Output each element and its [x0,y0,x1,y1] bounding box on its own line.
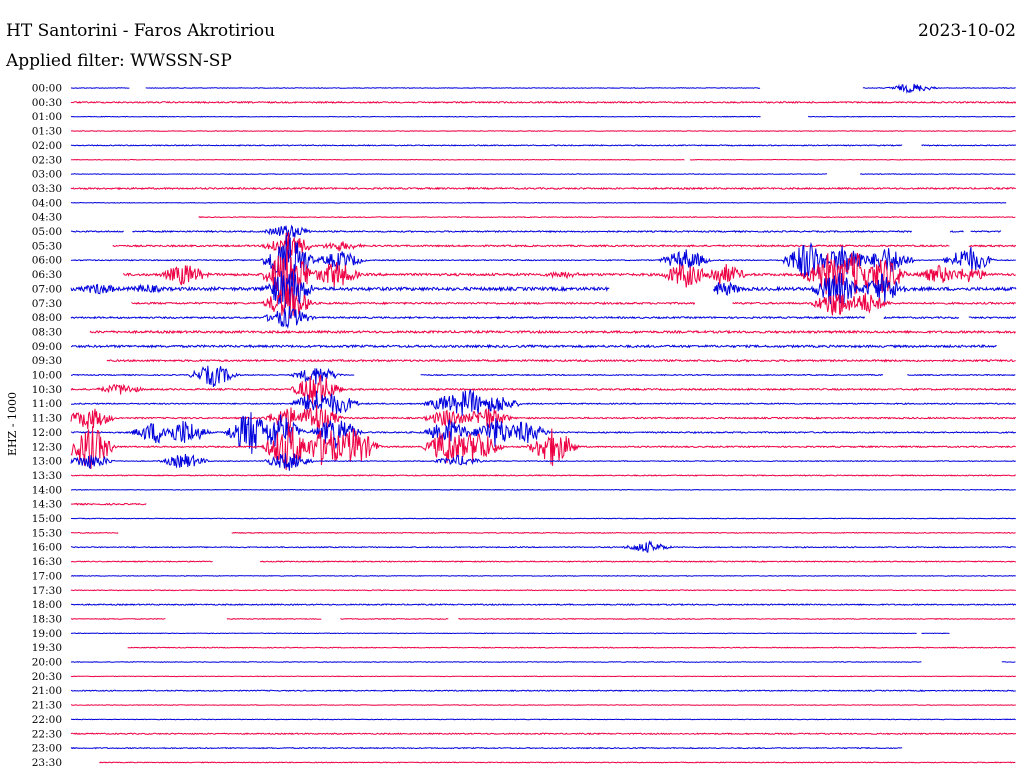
trace-segment [808,115,1016,118]
time-tick-label: 05:30 [32,240,62,252]
time-tick-label: 13:00 [32,456,62,468]
trace-segment [145,87,761,89]
time-tick-label: 23:30 [32,757,62,769]
time-tick-label: 10:00 [32,370,62,382]
time-tick-label: 06:00 [32,255,62,267]
trace-segment [70,589,1017,592]
trace-row [70,661,1016,663]
time-tick-label: 20:00 [32,657,62,669]
time-tick-label: 23:00 [32,743,62,755]
time-tick-label: 10:30 [32,384,62,396]
trace-segment [70,632,917,635]
helicorder-chart: HT Santorini - Faros Akrotiriou Applied … [0,0,1024,780]
trace-row [99,761,1016,764]
trace-segment [689,158,1016,161]
trace-segment [921,144,1016,147]
time-tick-label: 09:00 [32,341,62,353]
trace-row [70,517,1016,520]
trace-row [70,718,1016,721]
filter-subtitle: Applied filter: WWSSN-SP [5,51,232,71]
trace-row [70,173,1016,176]
time-tick-label: 16:00 [32,542,62,554]
trace-row [70,632,950,635]
time-tick-label: 22:30 [32,728,62,740]
trace-row [70,589,1017,592]
time-tick-label: 21:00 [32,685,62,697]
station-title: HT Santorini - Faros Akrotiriou [6,21,275,41]
time-tick-label: 13:30 [32,470,62,482]
time-tick-label: 08:30 [32,326,62,338]
trace-segment [70,130,1016,132]
trace-segment [70,115,761,118]
trace-segment [127,646,1016,649]
time-tick-label: 18:00 [32,599,62,611]
time-tick-label: 04:30 [32,212,62,224]
trace-row [127,646,1016,649]
time-tick-label: 06:30 [32,269,62,281]
trace-segment [70,560,213,563]
trace-row [70,115,1016,118]
trace-segment [70,704,1016,706]
time-tick-label: 18:30 [32,613,62,625]
trace-row [70,574,1016,577]
time-tick-label: 02:30 [32,154,62,166]
time-tick-label: 16:30 [32,556,62,568]
time-tick-label: 15:00 [32,513,62,525]
time-tick-label: 07:30 [32,298,62,310]
channel-axis-label: EHZ - 1000 [6,392,19,456]
trace-segment [921,632,950,635]
time-tick-label: 02:00 [32,140,62,152]
trace-segment [70,574,1016,577]
trace-segment [1001,661,1016,663]
trace-segment [70,87,130,89]
time-tick-label: 17:30 [32,585,62,597]
time-tick-label: 11:00 [32,398,62,410]
trace-segment [70,517,1016,520]
time-tick-label: 00:30 [32,97,62,109]
trace-segment [859,173,1016,176]
time-tick-label: 01:00 [32,111,62,123]
time-tick-label: 20:30 [32,671,62,683]
time-tick-label: 04:00 [32,197,62,209]
trace-segment [99,761,1016,764]
time-tick-label: 09:30 [32,355,62,367]
time-tick-label: 14:30 [32,499,62,511]
time-tick-label: 05:00 [32,226,62,238]
time-tick-label: 15:30 [32,527,62,539]
time-tick-label: 21:30 [32,700,62,712]
trace-segment [70,718,1016,721]
time-tick-label: 19:00 [32,628,62,640]
time-tick-label: 14:00 [32,484,62,496]
time-tick-label: 00:00 [32,83,62,95]
trace-row [70,158,1016,161]
trace-segment [70,675,1016,678]
time-tick-label: 17:00 [32,570,62,582]
time-tick-label: 19:30 [32,642,62,654]
time-tick-label: 01:30 [32,126,62,138]
trace-segment [70,158,685,161]
time-tick-label: 03:30 [32,183,62,195]
trace-segment [70,661,922,663]
time-tick-label: 12:30 [32,441,62,453]
trace-segment [71,488,1016,491]
time-tick-label: 07:00 [32,283,62,295]
trace-row [70,704,1016,706]
trace-segment [70,201,1007,204]
time-tick-label: 22:00 [32,714,62,726]
trace-segment [70,173,828,175]
trace-segment [70,618,166,620]
time-tick-label: 12:00 [32,427,62,439]
time-tick-label: 03:00 [32,169,62,181]
trace-row [70,201,1007,204]
trace-row [70,130,1016,132]
time-tick-label: 08:00 [32,312,62,324]
date-label: 2023-10-02 [918,21,1016,41]
time-tick-label: 11:30 [32,413,62,425]
trace-segment [340,617,449,620]
trace-row [70,675,1016,678]
trace-row [71,488,1016,491]
